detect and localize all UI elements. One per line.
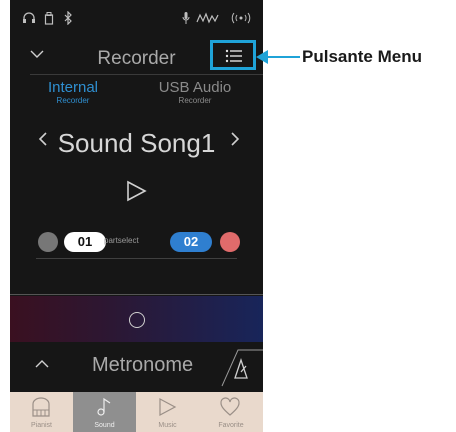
part-left-dot[interactable] — [38, 232, 58, 252]
nav-sound-label: Sound — [94, 422, 115, 429]
nav-pianist[interactable]: Pianist — [10, 392, 73, 432]
divider — [30, 74, 263, 75]
status-bar — [10, 0, 263, 40]
app-screen: Recorder Internal Recorder USB Audio Rec… — [10, 0, 263, 432]
piano-icon — [32, 397, 50, 417]
nav-pianist-label: Pianist — [30, 422, 52, 429]
nav-music[interactable]: Music — [136, 392, 199, 432]
partselect-label: partselect — [104, 236, 139, 245]
callout-label: Pulsante Menu — [302, 47, 422, 66]
nav-sound[interactable]: Sound — [73, 392, 136, 432]
menu-button[interactable] — [210, 40, 256, 70]
tab-usb-audio-sub: Recorder — [178, 96, 212, 105]
recorder-tabs: Internal Recorder USB Audio Recorder — [10, 80, 263, 112]
divider — [36, 258, 237, 259]
chevron-right-icon[interactable] — [230, 130, 240, 153]
usb-icon — [44, 12, 54, 28]
song-selector: Sound Song1 — [10, 128, 263, 160]
nav-favorite-label: Favorite — [218, 422, 244, 429]
chevron-up-icon[interactable] — [35, 356, 49, 374]
nav-music-label: Music — [158, 422, 177, 429]
callout-arrow-icon — [256, 50, 268, 64]
microphone-icon — [182, 11, 190, 28]
part-right-button[interactable]: 02 — [170, 232, 212, 252]
part-right-dot[interactable] — [220, 232, 240, 252]
part-select: 01 partselect 02 — [10, 230, 263, 254]
divider — [10, 294, 263, 295]
part-left-button[interactable]: 01 — [64, 232, 106, 252]
wifi-icon — [230, 12, 252, 27]
nav-favorite[interactable]: Favorite — [199, 392, 263, 432]
record-icon[interactable] — [129, 312, 145, 328]
callout-line — [264, 56, 300, 58]
song-name: Sound Song1 — [57, 128, 216, 158]
bluetooth-icon — [64, 10, 72, 28]
bottom-nav: Pianist Sound Music Favorite — [10, 392, 263, 432]
heart-icon — [220, 397, 240, 416]
menu-list-icon — [225, 49, 242, 63]
play-icon — [127, 180, 147, 202]
metronome-label: Metronome — [92, 354, 194, 376]
play-button[interactable] — [125, 180, 147, 207]
record-area[interactable] — [10, 296, 263, 342]
tab-usb-audio[interactable]: USB Audio Recorder — [140, 80, 250, 106]
tab-usb-audio-label: USB Audio — [158, 79, 232, 96]
tab-internal-sub: Recorder — [56, 96, 90, 105]
signal-icon — [196, 12, 220, 27]
tab-internal[interactable]: Internal Recorder — [18, 80, 128, 106]
note-icon — [97, 397, 111, 416]
metronome-bar[interactable]: Metronome — [10, 348, 263, 388]
metronome-icon[interactable] — [208, 348, 263, 388]
headphones-icon — [22, 12, 36, 27]
play-nav-icon — [159, 398, 177, 416]
tab-internal-label: Internal — [47, 79, 99, 96]
